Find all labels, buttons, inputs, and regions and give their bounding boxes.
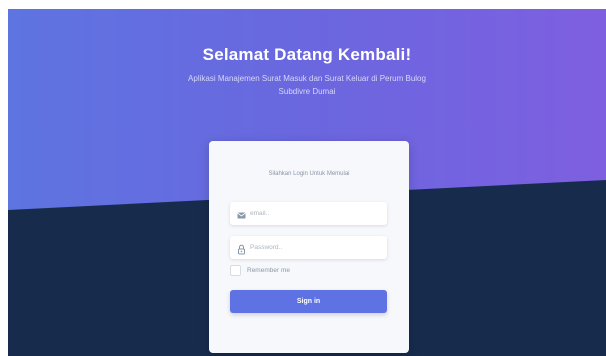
remember-me[interactable]: Remember me [230,265,290,276]
page-title: Selamat Datang Kembali! [202,45,412,64]
envelope-icon [237,208,246,219]
login-prompt: Silahkan Login Untuk Memulai [268,171,350,177]
password-field[interactable] [230,236,387,259]
page-subtitle: Aplikasi Manajemen Surat Masuk dan Surat… [188,74,426,96]
password-input[interactable] [250,236,380,259]
remember-checkbox[interactable] [230,265,241,276]
login-card: Silahkan Login Untuk Memulai email.. Rem… [209,141,409,353]
lock-icon [237,242,246,255]
email-input[interactable] [250,202,380,225]
sign-in-button[interactable]: Sign in [230,290,387,313]
remember-label: Remember me [247,267,290,274]
email-field[interactable] [230,202,387,225]
page-frame: Selamat Datang Kembali! Aplikasi Manajem… [8,9,606,356]
